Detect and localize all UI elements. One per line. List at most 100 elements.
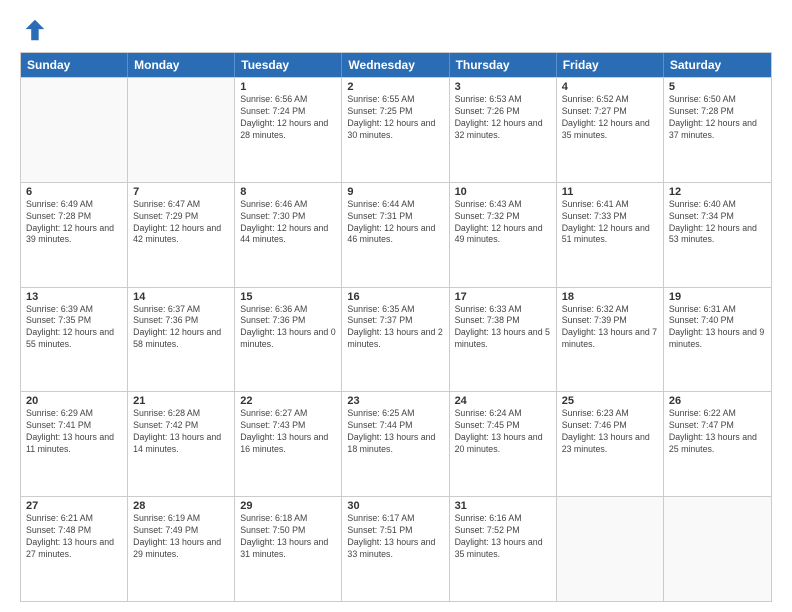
calendar-cell: 10Sunrise: 6:43 AM Sunset: 7:32 PM Dayli… — [450, 183, 557, 287]
day-info: Sunrise: 6:28 AM Sunset: 7:42 PM Dayligh… — [133, 408, 229, 456]
calendar-cell: 20Sunrise: 6:29 AM Sunset: 7:41 PM Dayli… — [21, 392, 128, 496]
calendar-cell: 15Sunrise: 6:36 AM Sunset: 7:36 PM Dayli… — [235, 288, 342, 392]
day-info: Sunrise: 6:47 AM Sunset: 7:29 PM Dayligh… — [133, 199, 229, 247]
calendar-header-cell: Saturday — [664, 53, 771, 77]
day-info: Sunrise: 6:22 AM Sunset: 7:47 PM Dayligh… — [669, 408, 766, 456]
day-number: 27 — [26, 500, 122, 512]
day-number: 21 — [133, 395, 229, 407]
calendar-cell — [128, 78, 235, 182]
day-number: 29 — [240, 500, 336, 512]
day-info: Sunrise: 6:19 AM Sunset: 7:49 PM Dayligh… — [133, 513, 229, 561]
calendar-header-cell: Sunday — [21, 53, 128, 77]
calendar-cell: 16Sunrise: 6:35 AM Sunset: 7:37 PM Dayli… — [342, 288, 449, 392]
calendar-header-cell: Friday — [557, 53, 664, 77]
day-info: Sunrise: 6:40 AM Sunset: 7:34 PM Dayligh… — [669, 199, 766, 247]
day-info: Sunrise: 6:52 AM Sunset: 7:27 PM Dayligh… — [562, 94, 658, 142]
calendar-cell: 4Sunrise: 6:52 AM Sunset: 7:27 PM Daylig… — [557, 78, 664, 182]
calendar-cell: 19Sunrise: 6:31 AM Sunset: 7:40 PM Dayli… — [664, 288, 771, 392]
calendar-row: 27Sunrise: 6:21 AM Sunset: 7:48 PM Dayli… — [21, 496, 771, 601]
calendar-cell: 23Sunrise: 6:25 AM Sunset: 7:44 PM Dayli… — [342, 392, 449, 496]
calendar-header: SundayMondayTuesdayWednesdayThursdayFrid… — [21, 53, 771, 77]
day-number: 10 — [455, 186, 551, 198]
day-number: 18 — [562, 291, 658, 303]
day-number: 17 — [455, 291, 551, 303]
day-number: 2 — [347, 81, 443, 93]
calendar-cell: 2Sunrise: 6:55 AM Sunset: 7:25 PM Daylig… — [342, 78, 449, 182]
day-info: Sunrise: 6:21 AM Sunset: 7:48 PM Dayligh… — [26, 513, 122, 561]
day-number: 11 — [562, 186, 658, 198]
calendar-cell: 7Sunrise: 6:47 AM Sunset: 7:29 PM Daylig… — [128, 183, 235, 287]
calendar-header-cell: Wednesday — [342, 53, 449, 77]
calendar-cell: 6Sunrise: 6:49 AM Sunset: 7:28 PM Daylig… — [21, 183, 128, 287]
calendar-cell: 28Sunrise: 6:19 AM Sunset: 7:49 PM Dayli… — [128, 497, 235, 601]
day-number: 24 — [455, 395, 551, 407]
calendar-cell: 22Sunrise: 6:27 AM Sunset: 7:43 PM Dayli… — [235, 392, 342, 496]
calendar-cell: 18Sunrise: 6:32 AM Sunset: 7:39 PM Dayli… — [557, 288, 664, 392]
calendar-cell: 29Sunrise: 6:18 AM Sunset: 7:50 PM Dayli… — [235, 497, 342, 601]
day-number: 12 — [669, 186, 766, 198]
day-number: 1 — [240, 81, 336, 93]
day-info: Sunrise: 6:49 AM Sunset: 7:28 PM Dayligh… — [26, 199, 122, 247]
day-number: 9 — [347, 186, 443, 198]
day-number: 23 — [347, 395, 443, 407]
day-info: Sunrise: 6:27 AM Sunset: 7:43 PM Dayligh… — [240, 408, 336, 456]
day-info: Sunrise: 6:16 AM Sunset: 7:52 PM Dayligh… — [455, 513, 551, 561]
day-number: 30 — [347, 500, 443, 512]
day-number: 8 — [240, 186, 336, 198]
day-info: Sunrise: 6:33 AM Sunset: 7:38 PM Dayligh… — [455, 304, 551, 352]
calendar-cell: 24Sunrise: 6:24 AM Sunset: 7:45 PM Dayli… — [450, 392, 557, 496]
calendar-cell: 11Sunrise: 6:41 AM Sunset: 7:33 PM Dayli… — [557, 183, 664, 287]
calendar: SundayMondayTuesdayWednesdayThursdayFrid… — [20, 52, 772, 602]
logo — [20, 16, 52, 44]
day-info: Sunrise: 6:18 AM Sunset: 7:50 PM Dayligh… — [240, 513, 336, 561]
day-info: Sunrise: 6:32 AM Sunset: 7:39 PM Dayligh… — [562, 304, 658, 352]
calendar-row: 13Sunrise: 6:39 AM Sunset: 7:35 PM Dayli… — [21, 287, 771, 392]
day-number: 14 — [133, 291, 229, 303]
day-info: Sunrise: 6:39 AM Sunset: 7:35 PM Dayligh… — [26, 304, 122, 352]
day-info: Sunrise: 6:25 AM Sunset: 7:44 PM Dayligh… — [347, 408, 443, 456]
calendar-cell: 27Sunrise: 6:21 AM Sunset: 7:48 PM Dayli… — [21, 497, 128, 601]
calendar-cell — [21, 78, 128, 182]
day-info: Sunrise: 6:43 AM Sunset: 7:32 PM Dayligh… — [455, 199, 551, 247]
calendar-cell: 12Sunrise: 6:40 AM Sunset: 7:34 PM Dayli… — [664, 183, 771, 287]
day-info: Sunrise: 6:31 AM Sunset: 7:40 PM Dayligh… — [669, 304, 766, 352]
calendar-row: 6Sunrise: 6:49 AM Sunset: 7:28 PM Daylig… — [21, 182, 771, 287]
calendar-body: 1Sunrise: 6:56 AM Sunset: 7:24 PM Daylig… — [21, 77, 771, 601]
day-info: Sunrise: 6:50 AM Sunset: 7:28 PM Dayligh… — [669, 94, 766, 142]
calendar-header-cell: Thursday — [450, 53, 557, 77]
day-number: 16 — [347, 291, 443, 303]
day-info: Sunrise: 6:41 AM Sunset: 7:33 PM Dayligh… — [562, 199, 658, 247]
day-number: 7 — [133, 186, 229, 198]
day-info: Sunrise: 6:55 AM Sunset: 7:25 PM Dayligh… — [347, 94, 443, 142]
day-number: 25 — [562, 395, 658, 407]
day-info: Sunrise: 6:37 AM Sunset: 7:36 PM Dayligh… — [133, 304, 229, 352]
calendar-cell: 1Sunrise: 6:56 AM Sunset: 7:24 PM Daylig… — [235, 78, 342, 182]
calendar-cell: 9Sunrise: 6:44 AM Sunset: 7:31 PM Daylig… — [342, 183, 449, 287]
day-number: 13 — [26, 291, 122, 303]
day-info: Sunrise: 6:36 AM Sunset: 7:36 PM Dayligh… — [240, 304, 336, 352]
day-number: 31 — [455, 500, 551, 512]
calendar-header-cell: Monday — [128, 53, 235, 77]
logo-icon — [20, 16, 48, 44]
calendar-cell: 21Sunrise: 6:28 AM Sunset: 7:42 PM Dayli… — [128, 392, 235, 496]
day-info: Sunrise: 6:46 AM Sunset: 7:30 PM Dayligh… — [240, 199, 336, 247]
calendar-cell: 3Sunrise: 6:53 AM Sunset: 7:26 PM Daylig… — [450, 78, 557, 182]
day-number: 15 — [240, 291, 336, 303]
day-info: Sunrise: 6:24 AM Sunset: 7:45 PM Dayligh… — [455, 408, 551, 456]
day-info: Sunrise: 6:56 AM Sunset: 7:24 PM Dayligh… — [240, 94, 336, 142]
day-info: Sunrise: 6:17 AM Sunset: 7:51 PM Dayligh… — [347, 513, 443, 561]
calendar-cell — [557, 497, 664, 601]
header — [20, 16, 772, 44]
day-number: 4 — [562, 81, 658, 93]
page: SundayMondayTuesdayWednesdayThursdayFrid… — [0, 0, 792, 612]
calendar-row: 20Sunrise: 6:29 AM Sunset: 7:41 PM Dayli… — [21, 391, 771, 496]
day-info: Sunrise: 6:44 AM Sunset: 7:31 PM Dayligh… — [347, 199, 443, 247]
calendar-header-cell: Tuesday — [235, 53, 342, 77]
day-info: Sunrise: 6:53 AM Sunset: 7:26 PM Dayligh… — [455, 94, 551, 142]
calendar-cell: 14Sunrise: 6:37 AM Sunset: 7:36 PM Dayli… — [128, 288, 235, 392]
calendar-cell: 30Sunrise: 6:17 AM Sunset: 7:51 PM Dayli… — [342, 497, 449, 601]
day-info: Sunrise: 6:23 AM Sunset: 7:46 PM Dayligh… — [562, 408, 658, 456]
day-number: 5 — [669, 81, 766, 93]
calendar-cell: 26Sunrise: 6:22 AM Sunset: 7:47 PM Dayli… — [664, 392, 771, 496]
day-info: Sunrise: 6:35 AM Sunset: 7:37 PM Dayligh… — [347, 304, 443, 352]
